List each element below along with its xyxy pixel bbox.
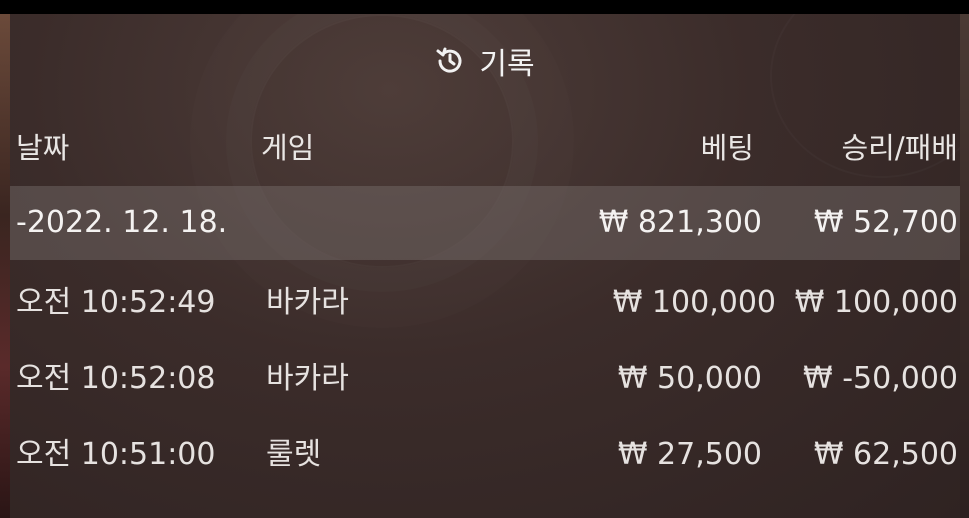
row-win-loss: ₩ 100,000	[794, 285, 958, 320]
header-bet[interactable]: 베팅	[701, 134, 754, 163]
background-left-edge	[0, 14, 10, 518]
header-win-loss[interactable]: 승리/패배	[842, 134, 959, 163]
row-bet: ₩ 50,000	[617, 361, 762, 396]
row-win-loss: ₩ 62,500	[813, 437, 958, 472]
row-time: 오전 10:52:08	[16, 361, 216, 396]
row-time: 오전 10:51:00	[16, 437, 216, 472]
table-header: 날짜 게임 베팅 승리/패배	[10, 108, 960, 186]
summary-win-loss: ₩ 52,700	[813, 205, 958, 240]
screen: 기록 날짜 게임 베팅 승리/패배 -2022. 12. 18. ₩ 821,3…	[0, 0, 969, 518]
header-game[interactable]: 게임	[261, 134, 314, 163]
date-group-row[interactable]: -2022. 12. 18. ₩ 821,300 ₩ 52,700	[10, 186, 960, 260]
row-game: 룰렛	[266, 437, 322, 472]
header-date[interactable]: 날짜	[16, 134, 69, 163]
table-row[interactable]: 오전 10:52:49 바카라 ₩ 100,000 ₩ 100,000	[10, 266, 960, 342]
panel-header: 기록	[10, 14, 960, 108]
history-panel: 기록 날짜 게임 베팅 승리/패배 -2022. 12. 18. ₩ 821,3…	[10, 14, 960, 518]
row-win-loss: ₩ -50,000	[803, 361, 958, 396]
history-icon	[435, 46, 465, 76]
row-bet: ₩ 100,000	[612, 285, 776, 320]
row-game: 바카라	[266, 361, 349, 396]
table-row[interactable]: 오전 10:51:00 룰렛 ₩ 27,500 ₩ 62,500	[10, 418, 960, 494]
row-time: 오전 10:52:49	[16, 285, 216, 320]
date-group-label: -2022. 12. 18.	[16, 205, 228, 240]
table-row[interactable]: 오전 10:52:08 바카라 ₩ 50,000 ₩ -50,000	[10, 342, 960, 418]
row-game: 바카라	[266, 285, 349, 320]
row-bet: ₩ 27,500	[617, 437, 762, 472]
panel-title: 기록	[479, 47, 535, 82]
summary-bet: ₩ 821,300	[598, 205, 762, 240]
top-black-bar	[0, 0, 969, 14]
panel-title-group: 기록	[435, 39, 535, 83]
background-right-edge	[960, 14, 969, 518]
